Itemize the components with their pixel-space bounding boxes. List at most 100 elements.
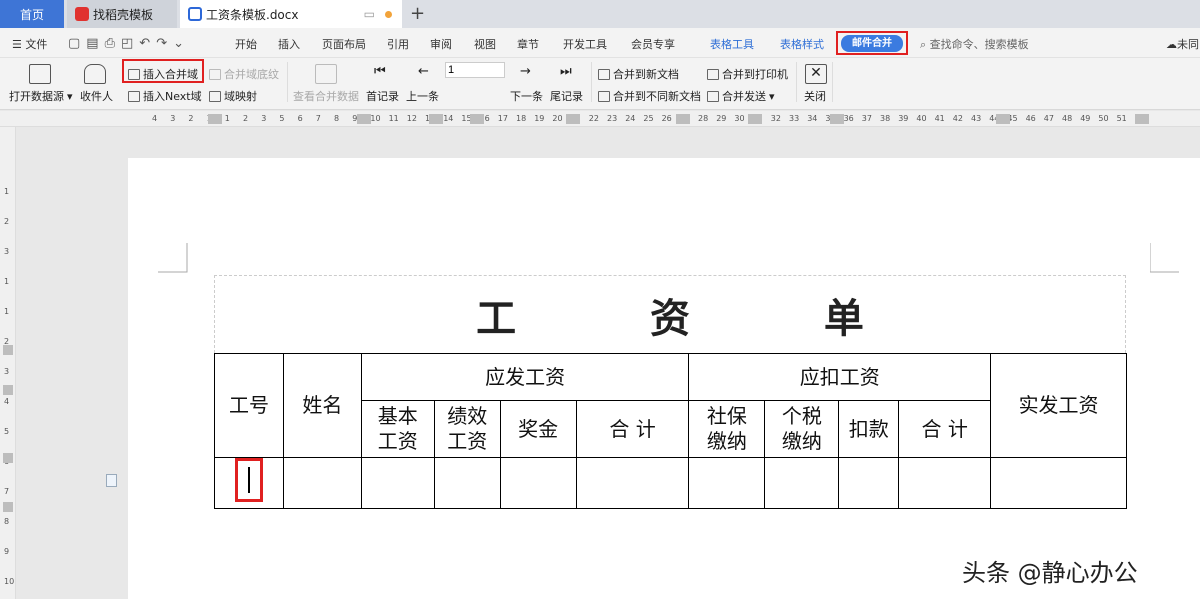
data-cell-subtotal-gross[interactable] — [575, 457, 690, 509]
ruler-tick-label: 43 — [971, 114, 982, 123]
menu-page-layout[interactable]: 页面布局 — [322, 36, 366, 52]
file-menu-label: 文件 — [25, 38, 48, 51]
export-pdf-icon[interactable]: ▤ — [86, 36, 98, 51]
field-shading-button[interactable]: 合并域底纹 — [209, 66, 279, 82]
tab-daoke[interactable]: 找稻壳模板 — [67, 0, 177, 28]
header-bonus[interactable]: 奖金 — [499, 400, 577, 458]
print-preview-icon[interactable]: ◰ — [121, 36, 133, 51]
data-cell-social[interactable] — [688, 457, 766, 509]
data-cell-subtotal-deduct[interactable] — [898, 457, 992, 509]
merge-to-diff-doc-button[interactable]: 合并到不同新文档 — [598, 88, 701, 104]
wage-table[interactable]: 工号 姓名 应发工资 应扣工资 实发工资 基本工资 绩效工资 奖金 合 计 社保… — [214, 353, 1127, 509]
ruler-cell-marker[interactable] — [830, 114, 844, 124]
undo-icon[interactable]: ↶ — [139, 36, 150, 51]
document-title[interactable]: 工 资 单 — [214, 275, 1126, 353]
ruler-cell-marker[interactable] — [676, 114, 690, 124]
ruler-cell-marker[interactable] — [748, 114, 762, 124]
ruler-cell-marker[interactable] — [429, 114, 443, 124]
vruler-row-marker[interactable] — [3, 502, 13, 512]
new-tab-button[interactable]: + — [410, 3, 425, 24]
header-tax[interactable]: 个税缴纳 — [764, 400, 840, 458]
vruler-row-marker[interactable] — [3, 453, 13, 463]
ruler-cell-marker[interactable] — [1135, 114, 1149, 124]
header-base[interactable]: 基本工资 — [360, 400, 435, 458]
header-social[interactable]: 社保缴纳 — [688, 400, 766, 458]
view-merged-data-button[interactable]: 查看合并数据 — [293, 88, 359, 104]
header-gross[interactable]: 应发工资 — [360, 353, 690, 401]
last-record-icon[interactable]: ⏭ — [560, 64, 572, 79]
data-cell-net[interactable] — [990, 457, 1127, 509]
next-record-button[interactable]: 下一条 — [510, 88, 543, 104]
horizontal-ruler[interactable]: 4321123567891011121314151617181920212223… — [0, 111, 1200, 127]
insert-merge-field-button[interactable]: 插入合并域 — [128, 66, 198, 82]
header-perf[interactable]: 绩效工资 — [433, 400, 501, 458]
ruler-cell-marker[interactable] — [566, 114, 580, 124]
search-command[interactable]: ⌕ 查找命令、搜索模板 — [920, 36, 1029, 52]
save-icon[interactable]: ▢ — [68, 36, 80, 51]
header-deduct[interactable]: 应扣工资 — [688, 353, 992, 401]
ruler-tick-label: 37 — [861, 114, 872, 123]
data-cell-tax[interactable] — [764, 457, 840, 509]
ruler-cell-marker[interactable] — [470, 114, 484, 124]
field-map-button[interactable]: 域映射 — [209, 88, 257, 104]
insert-next-field-button[interactable]: 插入Next域 — [128, 88, 202, 104]
tab-home[interactable]: 首页 — [0, 0, 64, 28]
menu-section[interactable]: 章节 — [517, 36, 539, 52]
menu-view[interactable]: 视图 — [474, 36, 496, 52]
monitor-icon[interactable]: ▭ — [364, 7, 375, 21]
file-menu[interactable]: ☰ 文件 — [12, 36, 47, 52]
first-record-button[interactable]: 首记录 — [366, 88, 399, 104]
open-data-source-label: 打开数据源 — [9, 90, 64, 103]
header-subtotal-deduct[interactable]: 合 计 — [898, 400, 992, 458]
ruler-tick-label: 32 — [770, 114, 781, 123]
menu-developer[interactable]: 开发工具 — [563, 36, 607, 52]
header-subtotal-gross[interactable]: 合 计 — [575, 400, 690, 458]
data-cell-fine[interactable] — [838, 457, 900, 509]
menu-start[interactable]: 开始 — [235, 36, 257, 52]
text-cursor-highlight — [234, 458, 263, 502]
vruler-row-marker[interactable] — [3, 385, 13, 395]
header-id[interactable]: 工号 — [214, 353, 284, 458]
more-chevron-icon[interactable]: ⌄ — [173, 36, 184, 51]
ruler-tick-label: 1 — [224, 114, 230, 123]
merge-to-new-doc-button[interactable]: 合并到新文档 — [598, 66, 679, 82]
cloud-sync[interactable]: ☁未同 — [1166, 36, 1199, 52]
ruler-cell-marker[interactable] — [357, 114, 371, 124]
menu-references[interactable]: 引用 — [387, 36, 409, 52]
data-cell-id[interactable] — [214, 457, 284, 509]
open-data-source-button[interactable]: 打开数据源 ▾ — [9, 88, 73, 104]
last-record-button[interactable]: 尾记录 — [550, 88, 583, 104]
next-record-icon[interactable]: → — [520, 64, 531, 79]
print-icon[interactable]: ⎙ — [105, 36, 115, 51]
record-number-input[interactable] — [445, 62, 505, 78]
header-fine[interactable]: 扣款 — [838, 400, 900, 458]
header-net[interactable]: 实发工资 — [990, 353, 1127, 458]
menu-review[interactable]: 审阅 — [430, 36, 452, 52]
menu-table-style[interactable]: 表格样式 — [780, 36, 824, 52]
vruler-row-marker[interactable] — [3, 345, 13, 355]
first-record-icon[interactable]: ⏮ — [374, 64, 386, 79]
ruler-tick-label: 6 — [297, 114, 303, 123]
tab-document[interactable]: 工资条模板.docx ▭ — [180, 0, 402, 28]
menu-insert[interactable]: 插入 — [278, 36, 300, 52]
data-cell-base[interactable] — [360, 457, 435, 509]
menu-mail-merge[interactable]: 邮件合并 — [841, 35, 903, 52]
ruler-tick-label: 24 — [625, 114, 636, 123]
vertical-ruler[interactable]: 12311234567891011 — [0, 127, 16, 599]
close-mail-merge-button[interactable]: 关闭 — [804, 88, 826, 104]
prev-record-button[interactable]: 上一条 — [406, 88, 439, 104]
ruler-cell-marker[interactable] — [996, 114, 1010, 124]
data-cell-perf[interactable] — [433, 457, 501, 509]
merge-send-button[interactable]: 合并发送 ▾ — [707, 88, 775, 104]
recipients-button[interactable]: 收件人 — [80, 88, 113, 104]
header-name[interactable]: 姓名 — [282, 353, 362, 458]
menu-table-tools[interactable]: 表格工具 — [710, 36, 754, 52]
data-cell-bonus[interactable] — [499, 457, 577, 509]
close-icon[interactable]: ✕ — [805, 64, 827, 84]
redo-icon[interactable]: ↷ — [156, 36, 167, 51]
ruler-cell-marker[interactable] — [208, 114, 222, 124]
menu-member[interactable]: 会员专享 — [631, 36, 675, 52]
prev-record-icon[interactable]: ← — [418, 64, 429, 79]
data-cell-name[interactable] — [282, 457, 362, 509]
merge-to-printer-button[interactable]: 合并到打印机 — [707, 66, 788, 82]
